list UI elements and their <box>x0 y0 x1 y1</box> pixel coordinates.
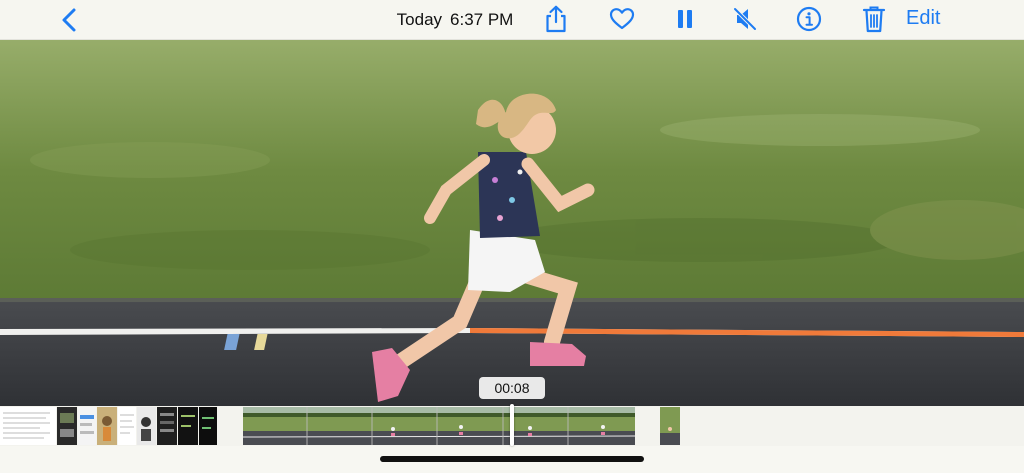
share-button[interactable] <box>542 5 570 33</box>
thumbnail[interactable] <box>57 407 77 445</box>
thumbnail[interactable] <box>118 407 136 445</box>
info-button[interactable] <box>795 5 823 33</box>
date-label: Today <box>396 10 443 29</box>
pause-icon <box>678 10 692 28</box>
chevron-left-icon <box>62 8 76 32</box>
trash-icon <box>862 6 886 33</box>
video-frames-strip[interactable] <box>243 407 635 445</box>
heart-icon <box>609 8 635 30</box>
info-icon <box>796 6 822 32</box>
thumbnail[interactable] <box>78 407 96 445</box>
thumbnail[interactable] <box>0 407 56 445</box>
delete-button[interactable] <box>860 5 888 33</box>
thumbnail[interactable] <box>157 407 177 445</box>
thumbnail[interactable] <box>137 407 156 445</box>
video-frame[interactable] <box>0 40 1024 406</box>
edit-button[interactable]: Edit <box>906 7 940 30</box>
time-label: 6:37 PM <box>450 10 514 29</box>
thumbnail[interactable] <box>660 407 680 445</box>
thumbnail[interactable] <box>97 407 117 445</box>
favorite-button[interactable] <box>608 5 636 33</box>
mute-button[interactable] <box>731 5 759 33</box>
video-scene-image <box>0 40 1024 406</box>
back-button[interactable] <box>58 7 82 33</box>
home-indicator[interactable] <box>380 456 644 462</box>
scrubber-playhead[interactable] <box>510 404 514 446</box>
speaker-muted-icon <box>733 7 757 31</box>
thumbnail[interactable] <box>199 407 217 445</box>
top-toolbar: Today 6:37 PM Edit <box>0 0 1024 40</box>
timecode-label: 00:08 <box>479 377 545 399</box>
pause-button[interactable] <box>671 5 699 33</box>
thumbnail[interactable] <box>178 407 198 445</box>
share-icon <box>546 5 566 33</box>
date-time-title: Today 6:37 PM <box>380 10 530 30</box>
